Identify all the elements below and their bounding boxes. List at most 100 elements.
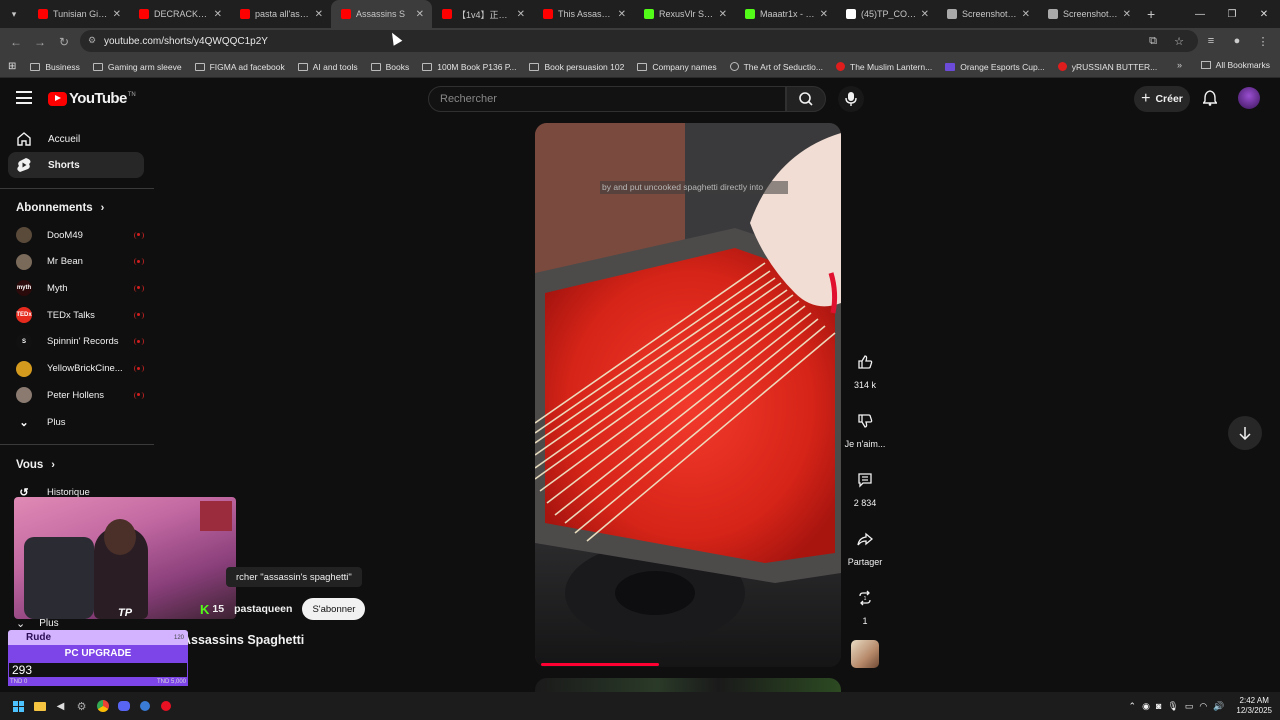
tab-close-icon[interactable]: ✕ — [820, 9, 828, 20]
subscription-item[interactable]: YellowBrickCine... — [16, 356, 144, 382]
tab-close-icon[interactable]: ✕ — [719, 9, 727, 20]
close-window-icon[interactable]: ✕ — [1248, 0, 1280, 28]
dislike-button[interactable] — [850, 406, 880, 436]
subscription-item[interactable]: myth Myth — [16, 275, 144, 301]
new-tab-button[interactable]: + — [1147, 6, 1155, 22]
network-icon[interactable]: ▭ — [1185, 701, 1194, 712]
browser-tab[interactable]: (45)TP_CORE ✕ — [836, 0, 937, 28]
all-bookmarks-button[interactable]: All Bookmarks — [1200, 60, 1270, 70]
minimize-icon[interactable]: — — [1184, 0, 1216, 28]
file-explorer-icon[interactable] — [29, 696, 50, 716]
menu-hamburger-icon[interactable] — [16, 91, 32, 104]
tray-app-icon[interactable]: ◉ — [1142, 701, 1150, 712]
tab-close-icon[interactable]: ✕ — [113, 9, 121, 20]
sidebar-item-shorts[interactable]: Shorts — [8, 152, 144, 178]
subscription-item[interactable]: Peter Hollens — [16, 382, 144, 408]
reload-icon[interactable]: ↻ — [52, 30, 76, 54]
sidebar-more-button[interactable]: ⌄ Plus — [16, 409, 144, 435]
bookmark-item[interactable]: Company names — [637, 62, 717, 72]
tray-expand-icon[interactable]: ⌃ — [1129, 701, 1137, 712]
subscription-item[interactable]: S Spinnin' Records — [16, 329, 144, 355]
tray-discord-icon[interactable]: ◙ — [1156, 701, 1161, 711]
bookmark-item[interactable]: Books — [370, 62, 409, 72]
search-button[interactable] — [786, 86, 826, 112]
tab-close-icon[interactable]: ✕ — [1022, 9, 1030, 20]
more-bookmarks-icon[interactable]: » — [1177, 60, 1182, 70]
media-controls-icon[interactable]: ≡ — [1200, 30, 1222, 52]
discord-icon[interactable] — [113, 696, 134, 716]
sidebar-more-2[interactable]: ⌄ Plus — [16, 617, 59, 630]
youtube-logo[interactable]: YouTube TN — [48, 90, 136, 107]
voice-search-button[interactable] — [838, 86, 864, 112]
browser-tab[interactable]: DECRACKER#s ✕ — [129, 0, 230, 28]
apps-grid-icon[interactable]: ⊞ — [8, 61, 16, 72]
bookmark-star-icon[interactable]: ☆ — [1168, 30, 1190, 52]
short-video-player[interactable] — [535, 123, 841, 667]
tab-close-icon[interactable]: ✕ — [618, 9, 626, 20]
browser-tab[interactable]: This Assassin's ✕ — [533, 0, 634, 28]
install-app-icon[interactable]: ⧉ — [1142, 30, 1164, 52]
tab-close-icon[interactable]: ✕ — [921, 9, 929, 20]
maximize-icon[interactable]: ❐ — [1216, 0, 1248, 28]
notifications-button[interactable] — [1200, 88, 1220, 108]
browser-menu-icon[interactable]: ⋮ — [1252, 30, 1274, 52]
browser-tab[interactable]: pasta all'assas ✕ — [230, 0, 331, 28]
create-button[interactable]: + Créer — [1134, 86, 1190, 112]
like-button[interactable] — [850, 347, 880, 377]
browser-tab[interactable]: Screenshot_20 ✕ — [937, 0, 1038, 28]
tab-close-icon[interactable]: ✕ — [517, 9, 525, 20]
subscription-item[interactable]: TEDx TEDx Talks — [16, 302, 144, 328]
tab-search-icon[interactable]: ▾ — [0, 0, 28, 28]
wifi-icon[interactable]: ◠ — [1199, 701, 1207, 712]
taskbar-clock[interactable]: 2:42 AM 12/3/2025 — [1236, 696, 1272, 716]
bookmark-item[interactable]: The Art of Seductio... — [729, 62, 823, 72]
volume-icon[interactable]: 🔊 — [1213, 701, 1224, 712]
tray-mic-icon[interactable]: 🎙 — [1167, 701, 1178, 712]
bookmark-item[interactable]: AI and tools — [297, 62, 358, 72]
profile-icon[interactable]: ● — [1226, 30, 1248, 52]
browser-tab[interactable]: Screenshot_20 ✕ — [1038, 0, 1139, 28]
sidebar-item-home[interactable]: Accueil — [8, 126, 144, 152]
browser-tab[interactable]: RexusVlr Strea ✕ — [634, 0, 735, 28]
bookmark-item[interactable]: Orange Esports Cup... — [945, 62, 1045, 72]
chrome-icon[interactable] — [92, 696, 113, 716]
tab-close-icon[interactable]: ✕ — [416, 9, 424, 20]
subscription-item[interactable]: DooM49 — [16, 222, 144, 248]
bookmark-item[interactable]: The Muslim Lantern... — [836, 62, 932, 72]
account-avatar[interactable] — [1238, 87, 1260, 109]
back-arrow-icon[interactable]: ◀ — [50, 696, 71, 716]
channel-name[interactable]: pastaqueen — [234, 603, 292, 615]
browser-tab[interactable]: Tunisian Girl C ✕ — [28, 0, 129, 28]
sound-thumbnail[interactable] — [851, 640, 879, 668]
share-button[interactable] — [850, 524, 880, 554]
browser-tab[interactable]: Maaatr1x - Wa ✕ — [735, 0, 836, 28]
forward-icon[interactable]: → — [28, 30, 52, 54]
tab-close-icon[interactable]: ✕ — [214, 9, 222, 20]
subscribe-button[interactable]: S'abonner — [302, 598, 366, 620]
bookmark-item[interactable]: Business — [30, 62, 80, 72]
tab-close-icon[interactable]: ✕ — [1123, 9, 1131, 20]
browser-tab[interactable]: 【1v4】正真正 ✕ — [432, 0, 533, 28]
search-suggestion[interactable]: rcher "assassin's spaghetti" — [226, 567, 362, 587]
remix-button[interactable]: 1 — [850, 583, 880, 613]
bookmark-item[interactable]: уRUSSIAN BUTTER... — [1057, 62, 1157, 72]
browser-tab[interactable]: Assassins S ✕ — [331, 0, 432, 28]
comments-button[interactable] — [850, 465, 880, 495]
windows-start-icon[interactable] — [8, 696, 29, 716]
next-short-button[interactable] — [1228, 416, 1262, 450]
bookmark-item[interactable]: FIGMA ad facebook — [194, 62, 285, 72]
video-progress-bar[interactable] — [541, 663, 659, 666]
settings-icon[interactable]: ⚙ — [71, 696, 92, 716]
record-icon[interactable] — [155, 696, 176, 716]
tab-close-icon[interactable]: ✕ — [315, 9, 323, 20]
app-icon[interactable] — [134, 696, 155, 716]
bookmark-item[interactable]: Gaming arm sleeve — [92, 62, 182, 72]
you-header[interactable]: Vous › — [16, 459, 55, 471]
subscriptions-header[interactable]: Abonnements › — [16, 202, 104, 214]
url-field[interactable]: ⚙ youtube.com/shorts/y4QWQQC1p2Y — [80, 30, 1198, 52]
site-info-icon[interactable]: ⚙ — [88, 35, 96, 46]
bookmark-item[interactable]: 100M Book P136 P... — [422, 62, 516, 72]
back-icon[interactable]: ← — [4, 30, 28, 54]
search-input[interactable]: Rechercher — [428, 86, 786, 112]
bookmark-item[interactable]: Book persuasion 102 — [529, 62, 624, 72]
